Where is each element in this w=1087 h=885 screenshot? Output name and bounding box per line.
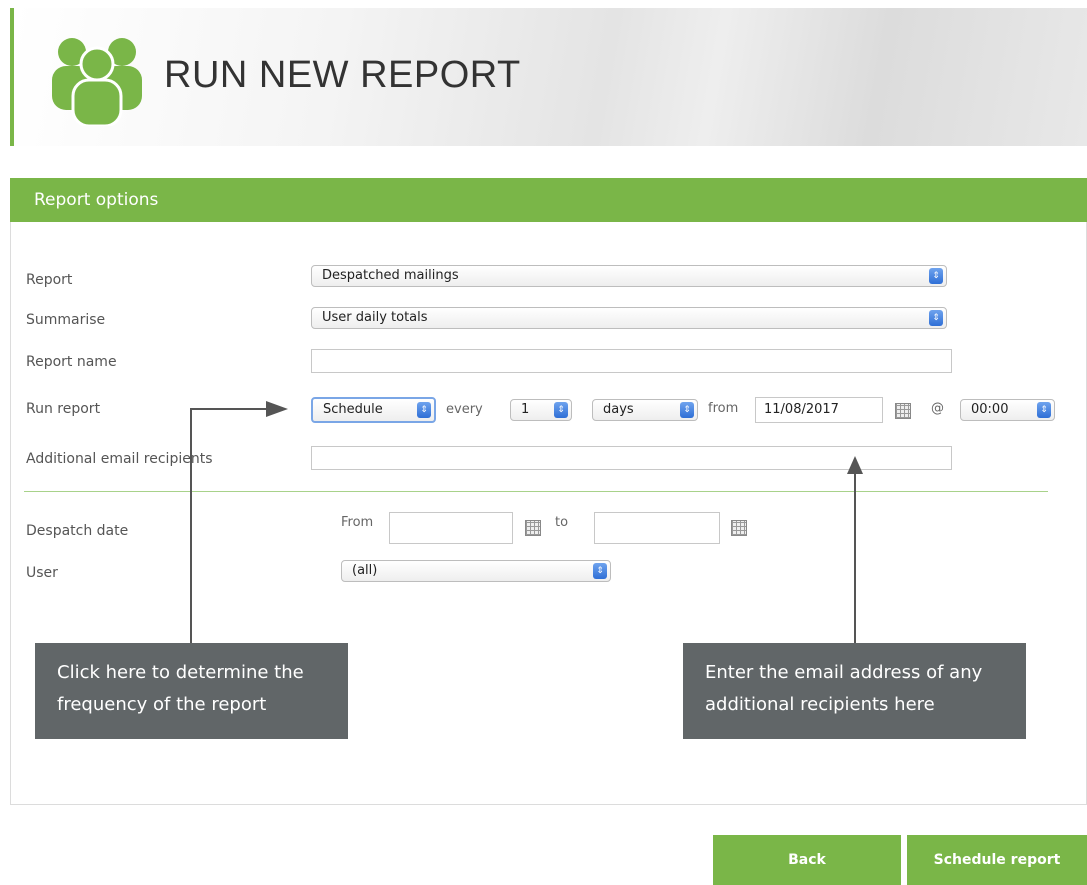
time-value: 00:00 [971, 402, 1009, 417]
at-label: @ [931, 401, 944, 416]
annotation-line-left-horizontal [190, 408, 268, 410]
additional-email-label: Additional email recipients [26, 451, 213, 467]
callout-email-recipients: Enter the email address of any additiona… [683, 643, 1026, 739]
calendar-icon[interactable] [895, 403, 911, 419]
report-label: Report [26, 272, 73, 288]
unit-value: days [603, 402, 634, 417]
select-arrows-icon: ⇕ [929, 310, 943, 326]
select-arrows-icon: ⇕ [417, 402, 431, 418]
unit-select[interactable]: days ⇕ [592, 399, 698, 421]
users-group-icon [52, 38, 142, 126]
arrow-up-icon [847, 456, 863, 474]
run-mode-value: Schedule [323, 402, 383, 417]
user-select[interactable]: (all) ⇕ [341, 560, 611, 582]
select-arrows-icon: ⇕ [929, 268, 943, 284]
schedule-report-button[interactable]: Schedule report [907, 835, 1087, 885]
calendar-icon[interactable] [731, 520, 747, 536]
user-select-value: (all) [352, 563, 378, 578]
annotation-line-right [854, 470, 856, 643]
divider [24, 491, 1048, 492]
from-label: from [708, 401, 739, 416]
interval-value: 1 [521, 402, 530, 417]
summarise-label: Summarise [26, 312, 106, 328]
annotation-line-left [190, 409, 192, 643]
summarise-select-value: User daily totals [322, 310, 428, 325]
page-title: RUN NEW REPORT [164, 54, 521, 96]
despatch-from-input[interactable] [389, 512, 513, 544]
select-arrows-icon: ⇕ [680, 402, 694, 418]
run-report-label: Run report [26, 401, 101, 417]
select-arrows-icon: ⇕ [554, 402, 568, 418]
calendar-icon[interactable] [525, 520, 541, 536]
run-mode-select[interactable]: Schedule ⇕ [311, 397, 436, 423]
report-select-value: Despatched mailings [322, 268, 459, 283]
time-select[interactable]: 00:00 ⇕ [960, 399, 1055, 421]
arrow-right-icon [266, 401, 288, 417]
despatch-date-label: Despatch date [26, 523, 129, 539]
start-date-input[interactable]: 11/08/2017 [755, 397, 883, 423]
select-arrows-icon: ⇕ [1037, 402, 1051, 418]
despatch-from-label: From [341, 515, 374, 530]
despatch-to-label: to [555, 515, 569, 530]
callout-frequency: Click here to determine the frequency of… [35, 643, 348, 739]
user-label: User [26, 565, 58, 581]
every-label: every [446, 402, 483, 417]
panel-title: Report options [10, 178, 1087, 222]
back-button[interactable]: Back [713, 835, 901, 885]
report-select[interactable]: Despatched mailings ⇕ [311, 265, 947, 287]
summarise-select[interactable]: User daily totals ⇕ [311, 307, 947, 329]
report-name-input[interactable] [311, 349, 952, 373]
page-header: RUN NEW REPORT [10, 8, 1087, 146]
despatch-to-input[interactable] [594, 512, 720, 544]
select-arrows-icon: ⇕ [593, 563, 607, 579]
report-name-label: Report name [26, 354, 117, 370]
interval-select[interactable]: 1 ⇕ [510, 399, 572, 421]
